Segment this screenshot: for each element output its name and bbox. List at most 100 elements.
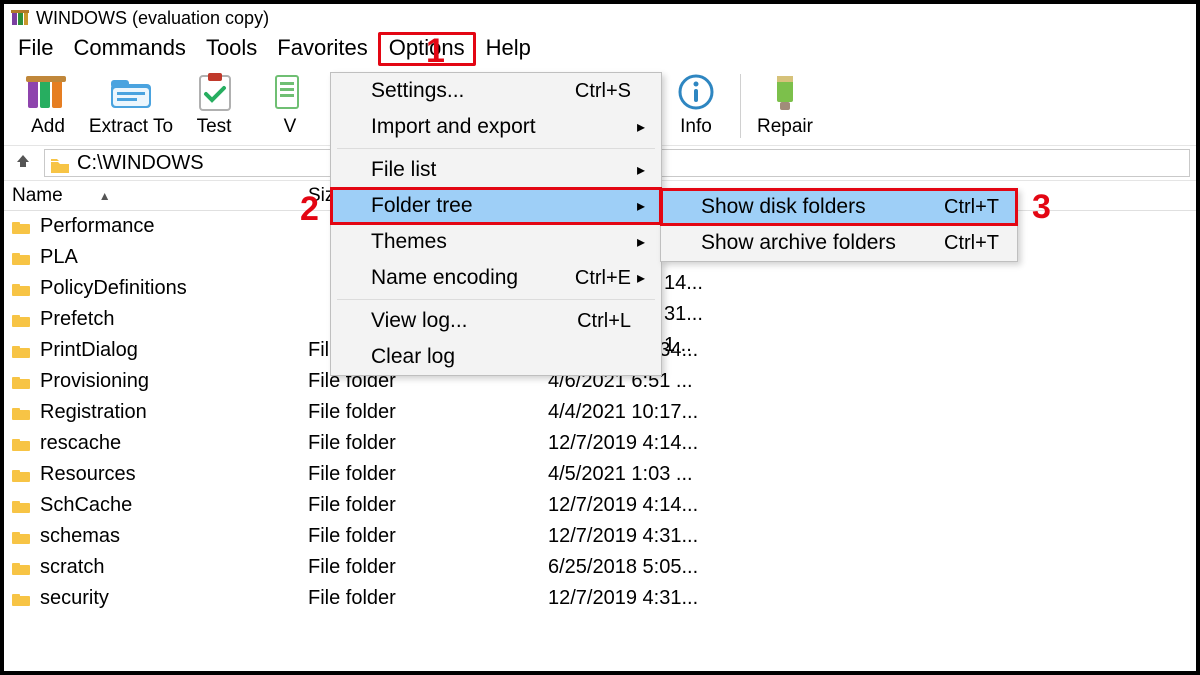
submenu-show-disk-label: Show disk folders <box>701 195 932 219</box>
row-modified: 4/4/2021 10:17... <box>544 401 1196 424</box>
table-row[interactable]: rescache File folder12/7/2019 4:14... <box>4 428 1196 459</box>
table-row[interactable]: RegistrationFile folder4/4/2021 10:17... <box>4 397 1196 428</box>
row-type: File folder <box>304 463 544 486</box>
toolbar-info[interactable]: Info <box>658 70 734 138</box>
toolbar-v[interactable]: V <box>252 70 328 138</box>
menu-favorites[interactable]: Favorites <box>267 34 377 64</box>
options-folder-tree[interactable]: Folder tree ▸ <box>331 188 661 224</box>
options-settings-shortcut: Ctrl+S <box>575 80 631 103</box>
submenu-arrow-icon: ▸ <box>631 117 645 137</box>
options-view-log[interactable]: View log... Ctrl+L <box>331 303 661 339</box>
row-type: File folder <box>304 525 544 548</box>
options-view-log-label: View log... <box>371 309 565 333</box>
submenu-show-archive-label: Show archive folders <box>701 231 932 255</box>
row-name: Resources <box>40 463 136 486</box>
options-import-export[interactable]: Import and export ▸ <box>331 109 661 145</box>
row-name: PolicyDefinitions <box>40 277 187 300</box>
column-name[interactable]: Name ▲ <box>4 185 304 207</box>
dropdown-separator <box>337 299 655 300</box>
row-name: schemas <box>40 525 120 548</box>
folder-icon <box>12 282 30 296</box>
folder-icon <box>12 499 30 513</box>
table-row[interactable]: schemasFile folder12/7/2019 4:31... <box>4 521 1196 552</box>
toolbar-add[interactable]: Add <box>10 70 86 138</box>
options-file-list[interactable]: File list ▸ <box>331 152 661 188</box>
row-name: Prefetch <box>40 308 114 331</box>
folder-tree-submenu: Show disk folders Ctrl+T Show archive fo… <box>660 188 1018 262</box>
options-file-list-label: File list <box>371 158 631 182</box>
submenu-show-archive-shortcut: Ctrl+T <box>944 232 999 255</box>
menu-tools[interactable]: Tools <box>196 34 267 64</box>
row-modified: 6/25/2018 5:05... <box>544 556 1196 579</box>
books-add-icon <box>20 70 76 114</box>
row-type: File folder <box>304 494 544 517</box>
options-name-encoding[interactable]: Name encoding Ctrl+E ▸ <box>331 260 661 296</box>
menu-file[interactable]: File <box>8 34 63 64</box>
partial-modified-2: 1... <box>664 334 692 357</box>
options-settings-label: Settings... <box>371 79 563 103</box>
row-name: SchCache <box>40 494 132 517</box>
sort-ascending-icon: ▲ <box>99 190 111 202</box>
dropdown-separator <box>337 148 655 149</box>
table-row[interactable]: scratchFile folder6/25/2018 5:05... <box>4 552 1196 583</box>
document-lines-icon <box>262 70 318 114</box>
table-row[interactable]: securityFile folder12/7/2019 4:31... <box>4 583 1196 614</box>
menu-help[interactable]: Help <box>476 34 541 64</box>
repair-icon <box>757 70 813 114</box>
submenu-show-disk-shortcut: Ctrl+T <box>944 196 999 219</box>
toolbar-extract[interactable]: Extract To <box>86 70 176 138</box>
toolbar-test[interactable]: Test <box>176 70 252 138</box>
options-name-encoding-label: Name encoding <box>371 266 563 290</box>
options-name-encoding-shortcut: Ctrl+E <box>575 267 631 290</box>
table-row[interactable]: Resources File folder4/5/2021 1:03 ... <box>4 459 1196 490</box>
folder-icon <box>12 592 30 606</box>
row-name: PLA <box>40 246 78 269</box>
row-modified: 12/7/2019 4:14... <box>544 494 1196 517</box>
row-name: rescache <box>40 432 121 455</box>
options-themes-label: Themes <box>371 230 631 254</box>
partial-modified-1: 31... <box>664 303 703 326</box>
row-type: File folder <box>304 432 544 455</box>
folder-icon <box>51 156 69 170</box>
folder-icon <box>12 437 30 451</box>
submenu-show-disk-folders[interactable]: Show disk folders Ctrl+T <box>661 189 1017 225</box>
options-dropdown: Settings... Ctrl+S Import and export ▸ F… <box>330 72 662 376</box>
winrar-app-icon <box>10 8 30 28</box>
menubar: File Commands Tools Favorites Options He… <box>4 32 1196 66</box>
options-clear-log-label: Clear log <box>371 345 631 369</box>
row-name: Provisioning <box>40 370 149 393</box>
submenu-show-archive-folders[interactable]: Show archive folders Ctrl+T <box>661 225 1017 261</box>
toolbar-extract-label: Extract To <box>86 116 176 138</box>
partial-modified-0: 14... <box>664 272 703 295</box>
row-name: PrintDialog <box>40 339 138 362</box>
folder-icon <box>12 344 30 358</box>
submenu-arrow-icon: ▸ <box>631 160 645 180</box>
row-modified: 4/5/2021 1:03 ... <box>544 463 1196 486</box>
annotation-2: 2 <box>300 190 319 229</box>
submenu-arrow-icon: ▸ <box>631 268 645 288</box>
folder-extract-icon <box>103 70 159 114</box>
annotation-1: 1 <box>426 32 445 71</box>
annotation-3: 3 <box>1032 188 1051 227</box>
toolbar-repair-label: Repair <box>747 116 823 138</box>
options-settings[interactable]: Settings... Ctrl+S <box>331 73 661 109</box>
menu-commands[interactable]: Commands <box>63 34 195 64</box>
options-view-log-shortcut: Ctrl+L <box>577 310 631 333</box>
submenu-arrow-icon: ▸ <box>631 232 645 252</box>
toolbar-add-label: Add <box>10 116 86 138</box>
arrow-up-icon <box>15 153 31 169</box>
row-type: File folder <box>304 401 544 424</box>
folder-icon <box>12 468 30 482</box>
options-clear-log[interactable]: Clear log <box>331 339 661 375</box>
folder-icon <box>12 561 30 575</box>
toolbar-test-label: Test <box>176 116 252 138</box>
options-import-export-label: Import and export <box>371 115 631 139</box>
toolbar-repair[interactable]: Repair <box>747 70 823 138</box>
options-themes[interactable]: Themes ▸ <box>331 224 661 260</box>
folder-icon <box>12 313 30 327</box>
folder-icon <box>12 375 30 389</box>
up-one-level-button[interactable] <box>10 152 36 175</box>
row-modified: 12/7/2019 4:14... <box>544 432 1196 455</box>
address-path: C:\WINDOWS <box>77 152 204 175</box>
table-row[interactable]: SchCache File folder12/7/2019 4:14... <box>4 490 1196 521</box>
